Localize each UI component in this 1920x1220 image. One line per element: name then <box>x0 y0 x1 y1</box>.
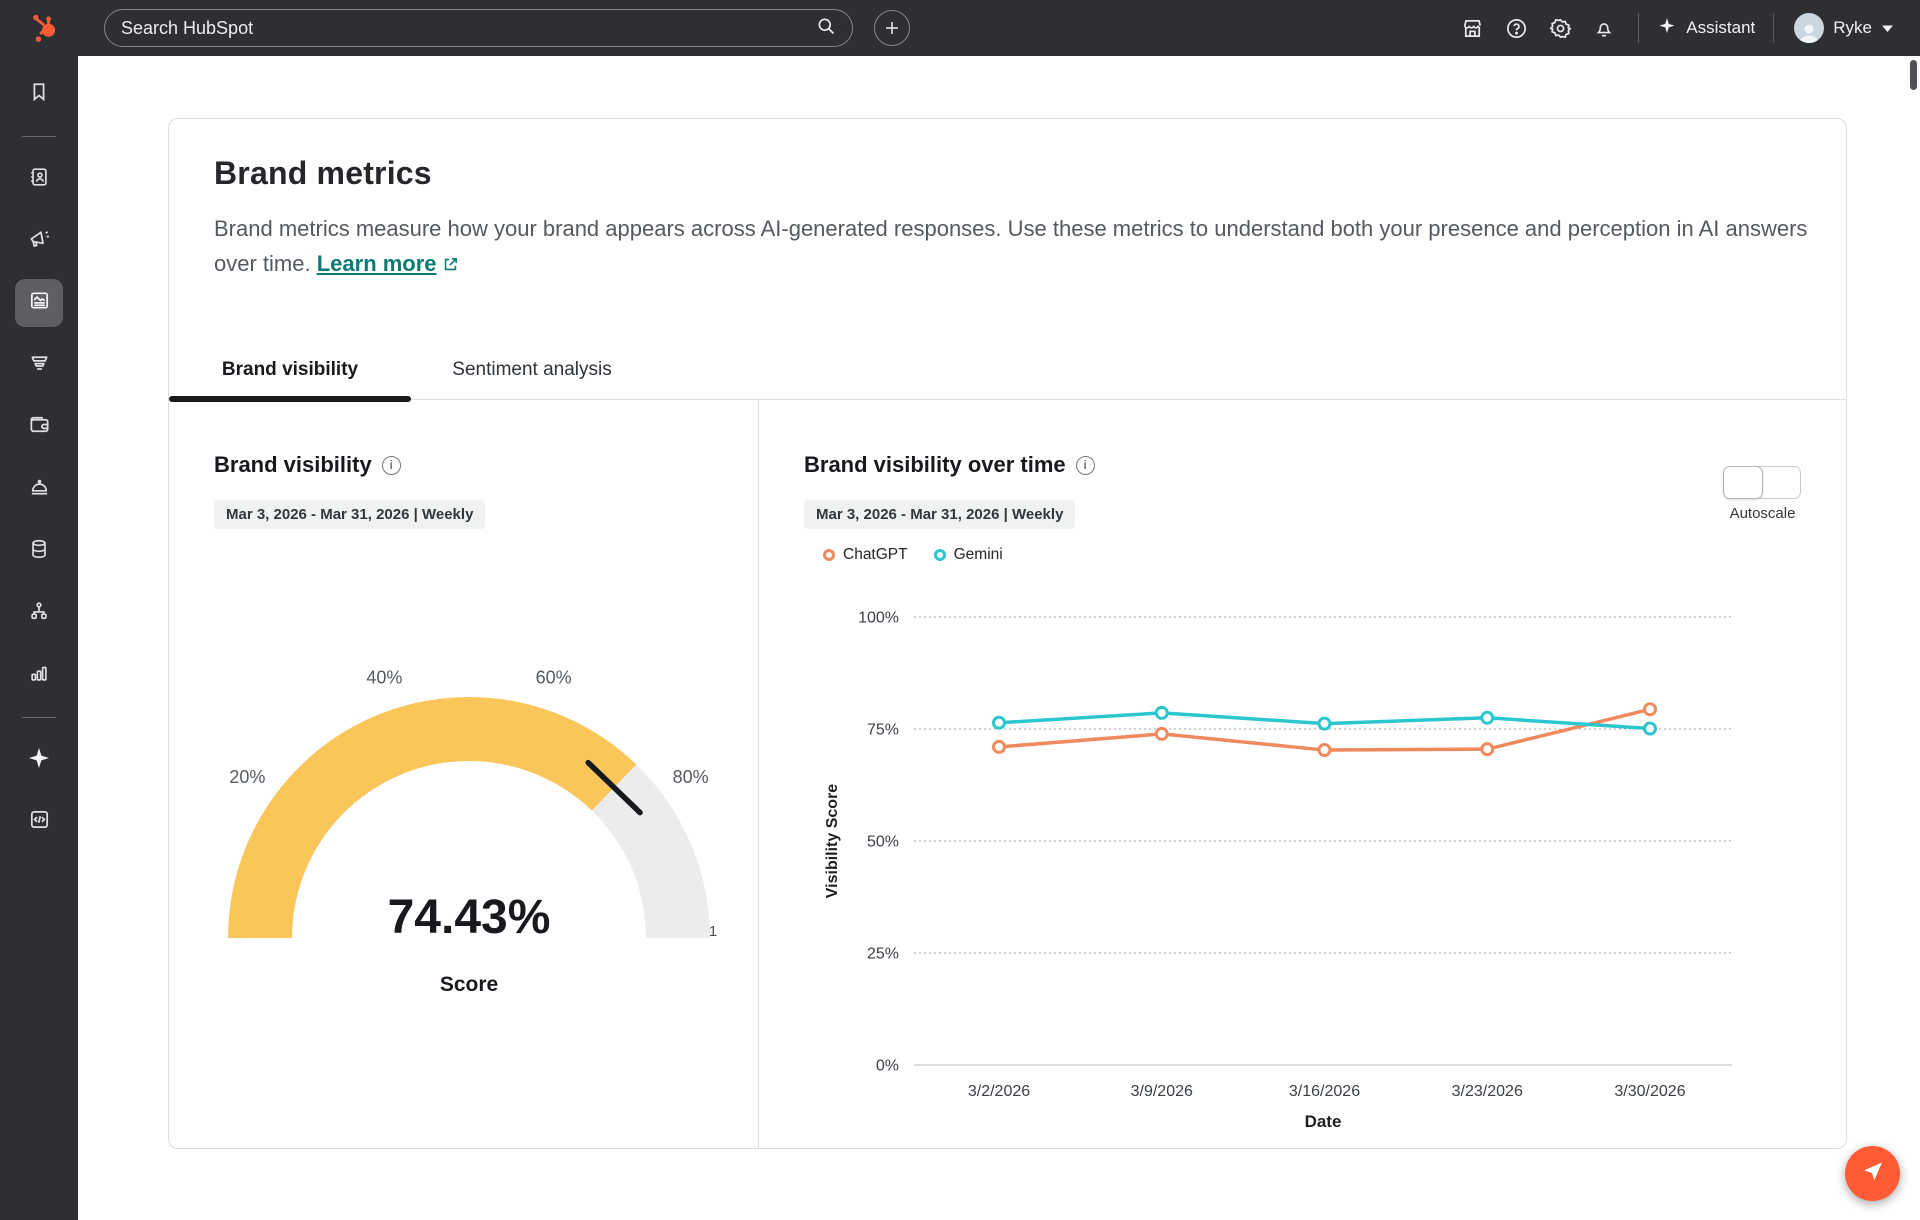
notifications-bell-icon[interactable] <box>1582 6 1626 50</box>
svg-text:0%: 0% <box>876 1058 899 1075</box>
search-placeholder: Search HubSpot <box>121 18 816 39</box>
assistant-sparkle-icon <box>1657 16 1677 41</box>
sidebar-item-contacts[interactable] <box>15 155 63 203</box>
line-chart: 0% 25% 50% 75% 100% 3/2/2026 3/9/2026 3/16/2026… <box>759 569 1847 1129</box>
svg-text:Date: Date <box>1305 1112 1342 1129</box>
autoscale-label: Autoscale <box>1723 505 1802 522</box>
gemini-marker-icon <box>934 549 946 561</box>
brand-visibility-panel: Brand visibility i Mar 3, 2026 - Mar 31,… <box>169 400 758 1148</box>
marketplace-icon[interactable] <box>1450 6 1494 50</box>
svg-text:100%: 100% <box>858 610 899 627</box>
svg-text:60%: 60% <box>536 667 572 687</box>
svg-text:80%: 80% <box>673 767 709 787</box>
brand-metrics-card: Brand metrics Brand metrics measure how … <box>168 118 1847 1149</box>
page-title: Brand metrics <box>214 155 432 192</box>
svg-text:Score: Score <box>440 973 498 996</box>
chevron-down-icon <box>1881 18 1894 38</box>
content-image-icon <box>28 289 51 317</box>
external-link-icon <box>442 248 459 283</box>
sidebar-item-data[interactable] <box>15 527 63 575</box>
assistant-button[interactable]: Assistant <box>1651 16 1761 41</box>
user-menu[interactable]: Ryke <box>1786 13 1894 43</box>
line-chart-title: Brand visibility over time i <box>804 452 1095 478</box>
tab-sentiment-analysis[interactable]: Sentiment analysis <box>411 341 653 399</box>
brand-visibility-over-time-panel: Brand visibility over time i Mar 3, 2026… <box>758 400 1846 1148</box>
tab-brand-visibility[interactable]: Brand visibility <box>169 341 411 399</box>
sidebar-item-reporting[interactable] <box>15 651 63 699</box>
sidebar-divider <box>22 136 56 137</box>
chatgpt-marker-icon <box>823 549 835 561</box>
topbar-divider <box>1638 13 1639 43</box>
avatar <box>1794 13 1824 43</box>
feedback-send-button[interactable] <box>1845 1146 1900 1201</box>
main-content-area: Brand metrics Brand metrics measure how … <box>78 56 1920 1220</box>
sidebar-item-ai[interactable] <box>15 736 63 784</box>
sidebar-item-commerce[interactable] <box>15 403 63 451</box>
gauge-chart-title: Brand visibility i <box>214 452 401 478</box>
search-icon <box>816 16 836 41</box>
sparkle-icon <box>26 745 52 776</box>
wallet-icon <box>28 413 51 441</box>
send-plane-icon <box>1861 1159 1885 1188</box>
gauge-date-range-badge: Mar 3, 2026 - Mar 31, 2026 | Weekly <box>214 500 485 529</box>
bar-chart-icon <box>28 662 50 689</box>
svg-text:3/30/2026: 3/30/2026 <box>1614 1083 1685 1100</box>
megaphone-icon <box>28 227 51 255</box>
svg-text:3/16/2026: 3/16/2026 <box>1289 1083 1360 1100</box>
svg-text:40%: 40% <box>366 667 402 687</box>
settings-gear-icon[interactable] <box>1538 6 1582 50</box>
sidebar-item-marketing[interactable] <box>15 217 63 265</box>
info-icon[interactable]: i <box>382 456 401 475</box>
top-navigation-bar: Search HubSpot <box>0 0 1920 56</box>
svg-text:74.43%: 74.43% <box>388 891 551 944</box>
sidebar-item-service[interactable] <box>15 465 63 513</box>
svg-text:3/2/2026: 3/2/2026 <box>968 1083 1030 1100</box>
sidebar-divider <box>22 717 56 718</box>
funnel-icon <box>28 351 51 379</box>
svg-text:1: 1 <box>709 923 717 940</box>
sidebar-item-developer[interactable] <box>15 798 63 846</box>
learn-more-link[interactable]: Learn more <box>317 251 459 276</box>
line-date-range-badge: Mar 3, 2026 - Mar 31, 2026 | Weekly <box>804 500 1075 529</box>
chart-legend: ChatGPT Gemini <box>823 546 1003 564</box>
gauge-chart: 20% 40% 60% 80% 1 74.43% Score <box>194 559 739 1009</box>
hubspot-logo[interactable] <box>24 10 64 46</box>
global-search-input[interactable]: Search HubSpot <box>104 9 853 47</box>
page-description: Brand metrics measure how your brand app… <box>214 211 1814 283</box>
code-icon <box>28 808 51 836</box>
tab-bar: Brand visibility Sentiment analysis <box>169 341 1846 400</box>
legend-item-gemini[interactable]: Gemini <box>934 546 1003 564</box>
assistant-label: Assistant <box>1686 18 1755 38</box>
left-navigation-sidebar <box>0 56 78 1220</box>
sidebar-item-content-active[interactable] <box>15 279 63 327</box>
sidebar-item-automations[interactable] <box>15 589 63 637</box>
svg-text:75%: 75% <box>867 722 899 739</box>
user-name: Ryke <box>1833 18 1872 38</box>
bookmark-icon <box>28 81 50 108</box>
vertical-scrollbar[interactable] <box>1910 60 1917 90</box>
sidebar-item-sales[interactable] <box>15 341 63 389</box>
contacts-book-icon <box>28 166 50 193</box>
svg-text:3/23/2026: 3/23/2026 <box>1452 1083 1523 1100</box>
autoscale-toggle-knob <box>1723 466 1763 499</box>
svg-text:50%: 50% <box>867 834 899 851</box>
info-icon[interactable]: i <box>1076 456 1095 475</box>
autoscale-toggle[interactable] <box>1723 466 1801 499</box>
svg-text:3/9/2026: 3/9/2026 <box>1131 1083 1193 1100</box>
create-button[interactable] <box>874 10 910 46</box>
autoscale-control[interactable]: Autoscale <box>1723 466 1802 522</box>
help-icon[interactable] <box>1494 6 1538 50</box>
sidebar-item-bookmarks[interactable] <box>15 70 63 118</box>
database-icon <box>28 538 50 565</box>
topbar-divider <box>1773 13 1774 43</box>
service-bell-icon <box>28 475 51 503</box>
svg-text:20%: 20% <box>229 767 265 787</box>
svg-text:25%: 25% <box>867 946 899 963</box>
svg-text:Visibility Score: Visibility Score <box>824 784 841 899</box>
workflow-icon <box>28 600 50 627</box>
legend-item-chatgpt[interactable]: ChatGPT <box>823 546 908 564</box>
